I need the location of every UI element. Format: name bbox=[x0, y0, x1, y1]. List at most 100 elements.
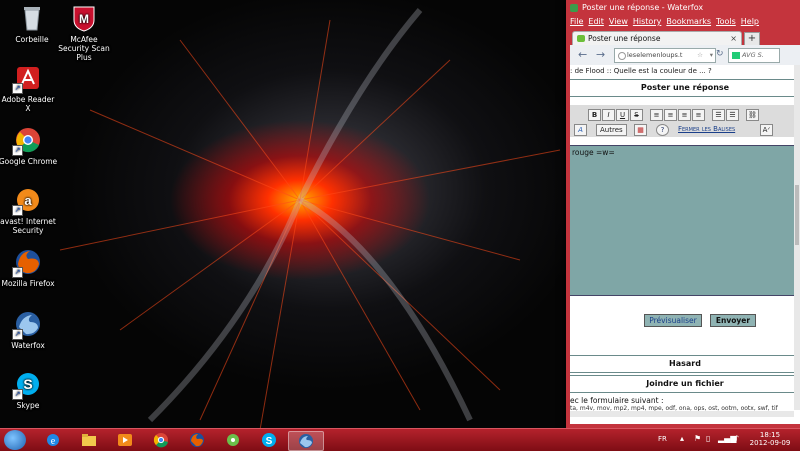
message-editor[interactable]: rouge =w= bbox=[570, 145, 800, 296]
desktop-icon-label: Waterfox bbox=[11, 341, 45, 350]
taskbar: e S FR ▴ ⚑ ▯ ▂▄▆ ♪ 18:15 2012-09-09 bbox=[0, 428, 800, 451]
svg-text:a: a bbox=[24, 193, 32, 208]
skype-icon: S bbox=[262, 433, 276, 447]
menu-bar: File Edit View History Bookmarks Tools Help bbox=[570, 16, 800, 28]
waterfox-icon: ↗ bbox=[12, 310, 42, 340]
start-button[interactable] bbox=[4, 430, 26, 450]
taskbar-skype[interactable]: S bbox=[252, 431, 286, 449]
align-justify-icon[interactable]: ≡ bbox=[692, 109, 705, 121]
section-title: Poster une réponse bbox=[570, 79, 800, 97]
url-text: leselemenloups.t bbox=[627, 51, 683, 59]
desktop-icon-chrome[interactable]: ↗ Google Chrome bbox=[0, 126, 58, 166]
horizontal-scrollbar[interactable] bbox=[570, 411, 794, 417]
desktop-icon-waterfox[interactable]: ↗ Waterfox bbox=[0, 310, 58, 350]
action-center-flag-icon[interactable]: ⚑ bbox=[694, 434, 701, 443]
menu-view[interactable]: View bbox=[609, 17, 628, 26]
desktop-icon-adobe-reader[interactable]: ↗ Adobe Reader X bbox=[0, 64, 58, 113]
menu-file[interactable]: File bbox=[570, 17, 583, 26]
menu-edit[interactable]: Edit bbox=[588, 17, 604, 26]
svg-text:S: S bbox=[266, 436, 273, 447]
history-dropdown-icon[interactable]: ▾ bbox=[710, 49, 713, 62]
editor-toolbar: B I U S ≡ ≡ ≡ ≡ ☰ ☰ ⛓ A Autres ▦ ? Ferme… bbox=[570, 105, 800, 137]
shortcut-arrow-icon: ↗ bbox=[12, 389, 23, 400]
font-size-icon[interactable]: Aᐟ bbox=[760, 124, 773, 136]
desktop-icon-firefox[interactable]: ↗ Mozilla Firefox bbox=[0, 248, 58, 288]
taskbar-firefox[interactable] bbox=[180, 431, 214, 449]
taskbar-internet-explorer[interactable]: e bbox=[36, 431, 70, 449]
underline-button[interactable]: U bbox=[616, 109, 629, 121]
desktop-icon-label: Corbeille bbox=[15, 35, 49, 44]
mcafee-icon: M bbox=[70, 4, 98, 32]
address-bar[interactable]: leselemenloups.t ☆ ▾ bbox=[614, 48, 716, 63]
shortcut-arrow-icon: ↗ bbox=[12, 145, 23, 156]
align-right-icon[interactable]: ≡ bbox=[678, 109, 691, 121]
desktop-icon-label: Skype bbox=[16, 401, 40, 410]
page-content: : de Flood :: Quelle est la couleur de .… bbox=[570, 65, 800, 424]
desktop-icon-label: avast! Internet Security bbox=[0, 217, 56, 235]
scrollbar-thumb[interactable] bbox=[795, 185, 799, 245]
font-color-icon[interactable]: A bbox=[574, 124, 587, 136]
battery-icon[interactable]: ▯ bbox=[706, 434, 710, 443]
desktop-icon-avast[interactable]: a ↗ avast! Internet Security bbox=[0, 186, 58, 235]
search-box[interactable]: AVG S. bbox=[728, 48, 780, 63]
tab-poster-reponse[interactable]: Poster une réponse × bbox=[572, 31, 742, 46]
attach-file-section[interactable]: Joindre un fichier bbox=[570, 375, 800, 393]
clock-date: 2012-09-09 bbox=[749, 439, 791, 447]
hasard-section[interactable]: Hasard bbox=[570, 355, 800, 373]
desktop-icon-label: Mozilla Firefox bbox=[1, 279, 55, 288]
volume-icon[interactable]: ♪ bbox=[734, 434, 739, 443]
link-icon[interactable]: ⛓ bbox=[746, 109, 759, 121]
tab-strip: Poster une réponse × + bbox=[570, 29, 800, 46]
submit-button[interactable]: Envoyer bbox=[710, 314, 756, 327]
folder-icon bbox=[82, 434, 96, 446]
bold-button[interactable]: B bbox=[588, 109, 601, 121]
taskbar-media-player[interactable] bbox=[108, 431, 142, 449]
waterfox-icon bbox=[299, 434, 313, 448]
menu-help[interactable]: Help bbox=[741, 17, 759, 26]
forward-arrow-icon[interactable]: → bbox=[596, 48, 605, 61]
vertical-scrollbar[interactable] bbox=[794, 65, 800, 410]
avg-icon bbox=[732, 52, 740, 59]
navigation-bar: ← → leselemenloups.t ☆ ▾ ↻ AVG S. bbox=[570, 45, 800, 66]
form-instructions: ec le formulaire suivant : bbox=[570, 396, 664, 405]
language-indicator[interactable]: FR bbox=[658, 435, 667, 443]
back-arrow-icon[interactable]: ← bbox=[578, 48, 587, 61]
clock-time: 18:15 bbox=[759, 431, 781, 439]
autres-button[interactable]: Autres bbox=[596, 124, 627, 136]
clock[interactable]: 18:15 2012-09-09 bbox=[745, 431, 795, 447]
bullet-list-icon[interactable]: ☰ bbox=[712, 109, 725, 121]
numbered-list-icon[interactable]: ☰ bbox=[726, 109, 739, 121]
desktop-icon-label: Google Chrome bbox=[0, 157, 58, 166]
shortcut-arrow-icon: ↗ bbox=[12, 267, 23, 278]
close-tab-icon[interactable]: × bbox=[730, 32, 737, 46]
preview-button[interactable]: Prévisualiser bbox=[644, 314, 702, 327]
align-center-icon[interactable]: ≡ bbox=[664, 109, 677, 121]
taskbar-explorer[interactable] bbox=[72, 431, 106, 449]
desktop-icon-recycle-bin[interactable]: Corbeille bbox=[2, 4, 62, 44]
help-icon[interactable]: ? bbox=[656, 124, 669, 136]
desktop-icon-mcafee[interactable]: M McAfee Security Scan Plus bbox=[54, 4, 114, 62]
show-hidden-icons-icon[interactable]: ▴ bbox=[680, 434, 684, 443]
menu-history[interactable]: History bbox=[633, 17, 661, 26]
taskbar-avast[interactable] bbox=[216, 431, 250, 449]
close-tags-link[interactable]: Fermer les Balises bbox=[678, 124, 735, 134]
internet-explorer-icon: e bbox=[47, 434, 59, 447]
window-titlebar[interactable]: Poster une réponse - Waterfox bbox=[566, 0, 800, 16]
taskbar-chrome[interactable] bbox=[144, 431, 178, 449]
breadcrumb[interactable]: : de Flood :: Quelle est la couleur de .… bbox=[570, 65, 800, 77]
avast-icon bbox=[227, 434, 239, 446]
align-left-icon[interactable]: ≡ bbox=[650, 109, 663, 121]
strike-button[interactable]: S bbox=[630, 109, 643, 121]
desktop-icon-skype[interactable]: S ↗ Skype bbox=[0, 370, 58, 410]
menu-tools[interactable]: Tools bbox=[716, 17, 736, 26]
new-tab-button[interactable]: + bbox=[744, 32, 760, 46]
media-player-icon bbox=[118, 434, 132, 446]
tab-label: Poster une réponse bbox=[588, 34, 661, 43]
bookmark-star-icon[interactable]: ☆ bbox=[697, 49, 703, 62]
italic-button[interactable]: I bbox=[602, 109, 615, 121]
taskbar-waterfox[interactable] bbox=[288, 431, 324, 451]
firefox-icon: ↗ bbox=[12, 248, 42, 278]
reload-icon[interactable]: ↻ bbox=[716, 49, 724, 59]
menu-bookmarks[interactable]: Bookmarks bbox=[666, 17, 711, 26]
table-icon[interactable]: ▦ bbox=[634, 124, 647, 136]
